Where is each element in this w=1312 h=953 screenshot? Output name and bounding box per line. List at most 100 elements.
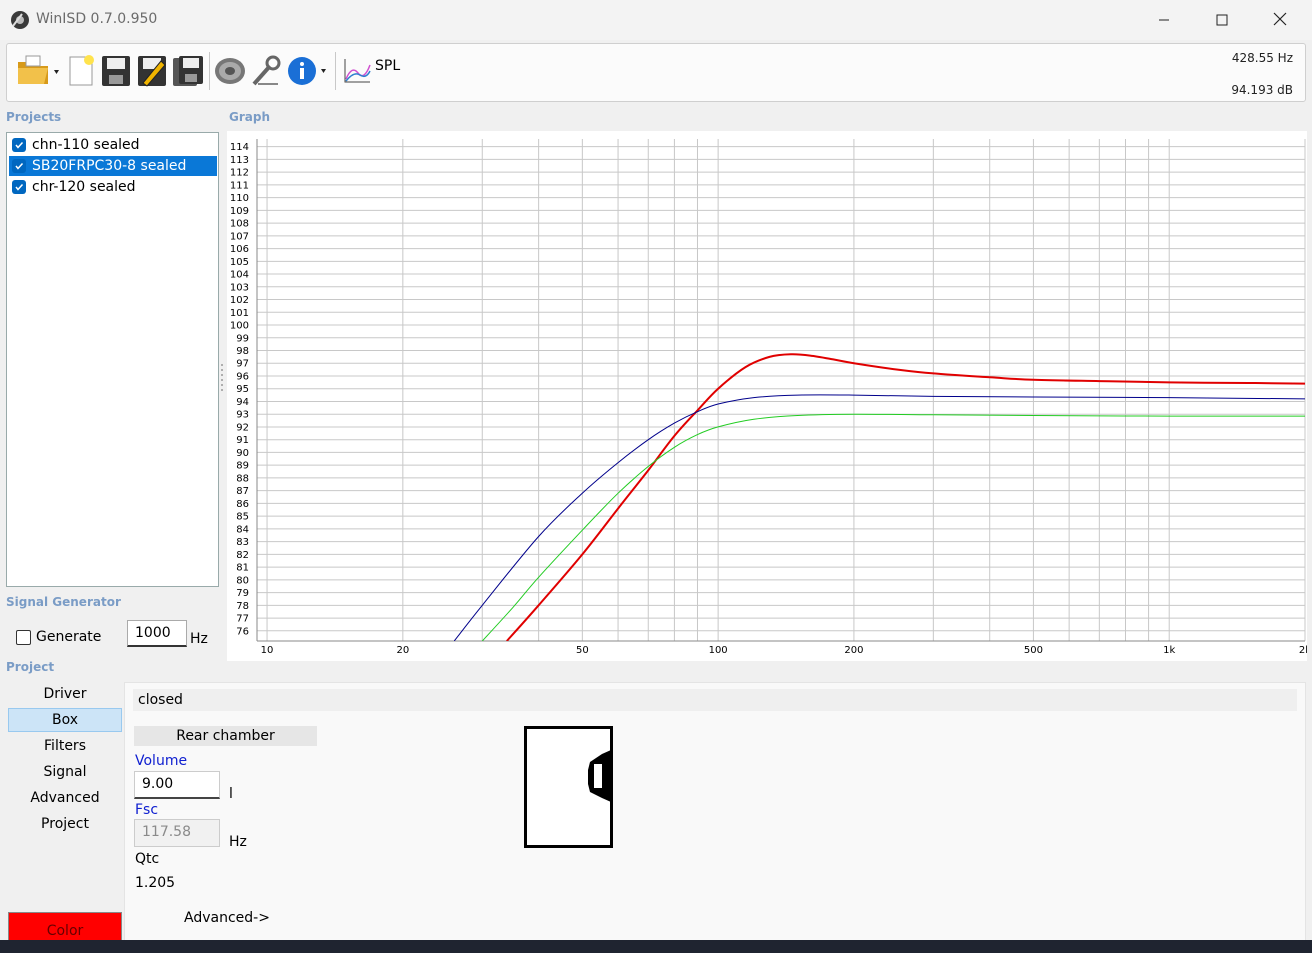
title-bar bbox=[0, 0, 1312, 40]
spl-label[interactable]: SPL bbox=[375, 58, 400, 74]
save-all-button[interactable] bbox=[171, 50, 205, 92]
edit-button[interactable] bbox=[135, 50, 169, 92]
project-checkbox[interactable] bbox=[12, 159, 26, 173]
x-tick-label: 20 bbox=[396, 645, 409, 656]
color-button[interactable]: Color bbox=[8, 912, 122, 942]
project-name: chn-110 sealed bbox=[32, 137, 140, 153]
nav-filters[interactable]: Filters bbox=[8, 734, 122, 758]
project-name: SB20FRPC30-8 sealed bbox=[32, 158, 187, 174]
nav-advanced[interactable]: Advanced bbox=[8, 786, 122, 810]
close-icon bbox=[1273, 11, 1287, 30]
nav-signal[interactable]: Signal bbox=[8, 760, 122, 784]
project-checkbox[interactable] bbox=[12, 180, 26, 194]
cursor-spl-readout: 94.193 dB bbox=[1231, 83, 1293, 97]
x-tick-label: 10 bbox=[261, 645, 274, 656]
nav-driver[interactable]: Driver bbox=[8, 682, 122, 706]
qtc-value: 1.205 bbox=[135, 875, 176, 891]
new-project-icon bbox=[67, 54, 95, 88]
x-tick-label: 1k bbox=[1163, 645, 1175, 656]
cursor-frequency-readout: 428.55 Hz bbox=[1231, 51, 1293, 65]
new-project-button[interactable] bbox=[65, 50, 97, 92]
y-tick-label: 100 bbox=[230, 321, 249, 332]
taskbar bbox=[0, 940, 1312, 953]
y-tick-label: 111 bbox=[230, 180, 249, 191]
driver-button[interactable] bbox=[212, 50, 248, 92]
info-button[interactable] bbox=[285, 50, 331, 92]
project-name: chr-120 sealed bbox=[32, 179, 136, 195]
save-icon bbox=[101, 55, 131, 87]
generate-checkbox[interactable] bbox=[16, 630, 31, 645]
toolbar: SPL 428.55 Hz 94.193 dB bbox=[6, 43, 1306, 102]
y-tick-label: 97 bbox=[236, 359, 249, 370]
generator-frequency-input[interactable]: 1000 bbox=[127, 620, 187, 647]
nav-box[interactable]: Box bbox=[8, 708, 122, 732]
open-button[interactable] bbox=[15, 50, 63, 92]
box-panel bbox=[124, 682, 1306, 942]
generator-frequency-unit: Hz bbox=[190, 631, 208, 647]
y-tick-label: 95 bbox=[236, 384, 249, 395]
toolbar-separator bbox=[335, 52, 336, 90]
maximize-icon bbox=[1216, 11, 1228, 30]
nav-project[interactable]: Project bbox=[8, 812, 122, 836]
minimize-button[interactable] bbox=[1135, 0, 1193, 40]
fsc-unit: Hz bbox=[229, 834, 247, 850]
y-tick-label: 90 bbox=[236, 448, 249, 459]
window-title: WinISD 0.7.0.950 bbox=[36, 11, 158, 27]
rear-chamber-header: Rear chamber bbox=[134, 726, 317, 746]
y-tick-label: 108 bbox=[230, 219, 249, 230]
y-tick-label: 89 bbox=[236, 461, 249, 472]
sealed-box-diagram bbox=[524, 726, 613, 848]
y-tick-label: 104 bbox=[230, 270, 249, 281]
volume-label: Volume bbox=[135, 753, 188, 769]
project-item[interactable]: chn-110 sealed bbox=[9, 135, 217, 155]
fsc-label: Fsc bbox=[135, 802, 159, 818]
tools-icon bbox=[250, 54, 282, 88]
y-tick-label: 112 bbox=[230, 168, 249, 179]
project-section-label: Project bbox=[6, 660, 55, 674]
box-type-header: closed bbox=[133, 689, 1297, 711]
y-tick-label: 99 bbox=[236, 333, 249, 344]
x-tick-label: 2k bbox=[1299, 645, 1307, 656]
splitter-handle[interactable] bbox=[220, 362, 224, 392]
generate-label[interactable]: Generate bbox=[36, 629, 101, 645]
fsc-field: 117.58 bbox=[134, 819, 220, 847]
project-checkbox[interactable] bbox=[12, 138, 26, 152]
y-tick-label: 105 bbox=[230, 257, 249, 268]
tools-button[interactable] bbox=[249, 50, 283, 92]
spl-graph-button[interactable] bbox=[340, 50, 374, 92]
maximize-button[interactable] bbox=[1193, 0, 1251, 40]
project-item[interactable]: chr-120 sealed bbox=[9, 177, 217, 197]
spl-chart-icon bbox=[342, 57, 372, 85]
y-tick-label: 107 bbox=[230, 231, 249, 242]
y-tick-label: 78 bbox=[236, 601, 249, 612]
y-tick-label: 83 bbox=[236, 537, 249, 548]
y-tick-label: 113 bbox=[230, 155, 249, 166]
y-tick-label: 88 bbox=[236, 473, 249, 484]
toolbar-separator bbox=[209, 52, 210, 90]
save-button[interactable] bbox=[99, 50, 133, 92]
y-tick-label: 101 bbox=[230, 308, 249, 319]
project-item-selected[interactable]: SB20FRPC30-8 sealed bbox=[9, 156, 217, 176]
save-all-icon bbox=[172, 55, 204, 87]
volume-input[interactable]: 9.00 bbox=[134, 771, 220, 799]
x-tick-label: 200 bbox=[844, 645, 863, 656]
x-tick-label: 100 bbox=[709, 645, 728, 656]
minimize-icon bbox=[1158, 11, 1170, 30]
x-tick-label: 50 bbox=[576, 645, 589, 656]
y-tick-label: 81 bbox=[236, 563, 249, 574]
close-button[interactable] bbox=[1251, 0, 1309, 40]
projects-section-label: Projects bbox=[6, 110, 62, 124]
qtc-label: Qtc bbox=[135, 851, 160, 867]
advanced-link[interactable]: Advanced-> bbox=[184, 910, 270, 926]
y-tick-label: 82 bbox=[236, 550, 249, 561]
graph-section-label: Graph bbox=[229, 110, 270, 124]
y-tick-label: 102 bbox=[230, 295, 249, 306]
projects-list: chn-110 sealed SB20FRPC30-8 sealed chr-1… bbox=[6, 132, 219, 587]
volume-unit: l bbox=[229, 786, 233, 802]
x-tick-label: 500 bbox=[1024, 645, 1043, 656]
y-tick-label: 98 bbox=[236, 346, 249, 357]
y-tick-label: 103 bbox=[230, 282, 249, 293]
y-tick-label: 106 bbox=[230, 244, 249, 255]
spl-chart[interactable]: 7677787980818283848586878889909192939495… bbox=[227, 131, 1307, 661]
spl-graph[interactable]: 76 77 78 79 80 81 82 83 84 85 86 87 88 89 90 91 92 93 94 95… bbox=[227, 131, 1307, 661]
